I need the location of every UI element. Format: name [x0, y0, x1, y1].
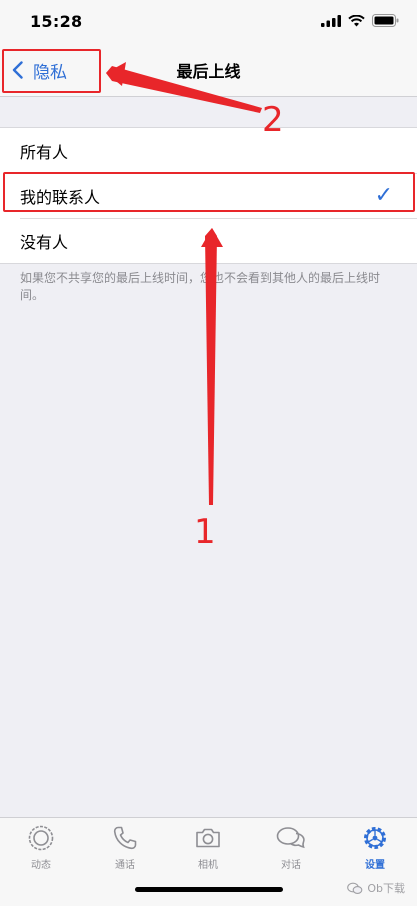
tab-label: 设置: [365, 860, 385, 871]
tab-camera[interactable]: 相机: [178, 824, 238, 871]
tab-settings[interactable]: 设置: [345, 824, 405, 871]
annotation-number-1: 1: [194, 512, 216, 552]
annotation-arrows: [106, 62, 262, 505]
tab-status[interactable]: 动态: [11, 824, 71, 871]
tab-label: 对话: [281, 860, 301, 871]
home-indicator: [135, 887, 283, 892]
watermark: Ob下载: [347, 880, 405, 896]
tab-label: 通话: [115, 860, 135, 871]
camera-icon: [196, 828, 220, 848]
watermark-text: Ob下载: [367, 882, 405, 895]
chats-icon: [276, 827, 305, 849]
tab-label: 相机: [198, 860, 218, 871]
status-icon: [28, 825, 54, 851]
tab-label: 动态: [31, 860, 51, 871]
annotation-number-2: 2: [262, 100, 284, 140]
tab-calls[interactable]: 通话: [95, 824, 155, 871]
arrow-to-back: [106, 62, 262, 113]
wechat-logo-icon: [347, 882, 363, 894]
tab-chats[interactable]: 对话: [261, 824, 321, 871]
arrow-to-option: [201, 228, 223, 505]
settings-icon: [364, 827, 386, 849]
phone-icon: [113, 826, 137, 850]
